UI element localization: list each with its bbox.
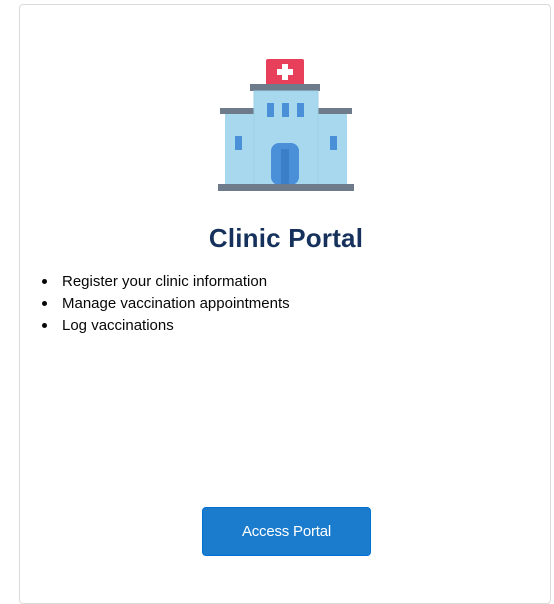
bullet-icon <box>42 323 47 328</box>
list-item: Log vaccinations <box>40 315 290 337</box>
hospital-icon <box>218 59 354 191</box>
list-item: Register your clinic information <box>40 271 290 293</box>
feature-list: Register your clinic information Manage … <box>40 271 290 337</box>
bullet-icon <box>42 301 47 306</box>
portal-title: Clinic Portal <box>208 223 364 253</box>
list-item: Manage vaccination appointments <box>40 293 290 315</box>
clinic-portal-card: Clinic Portal Register your clinic infor… <box>19 4 551 604</box>
feature-text: Log vaccinations <box>62 317 174 334</box>
bullet-icon <box>42 279 47 284</box>
access-portal-button[interactable]: Access Portal <box>202 507 371 556</box>
feature-text: Manage vaccination appointments <box>62 295 290 312</box>
feature-text: Register your clinic information <box>62 273 268 290</box>
